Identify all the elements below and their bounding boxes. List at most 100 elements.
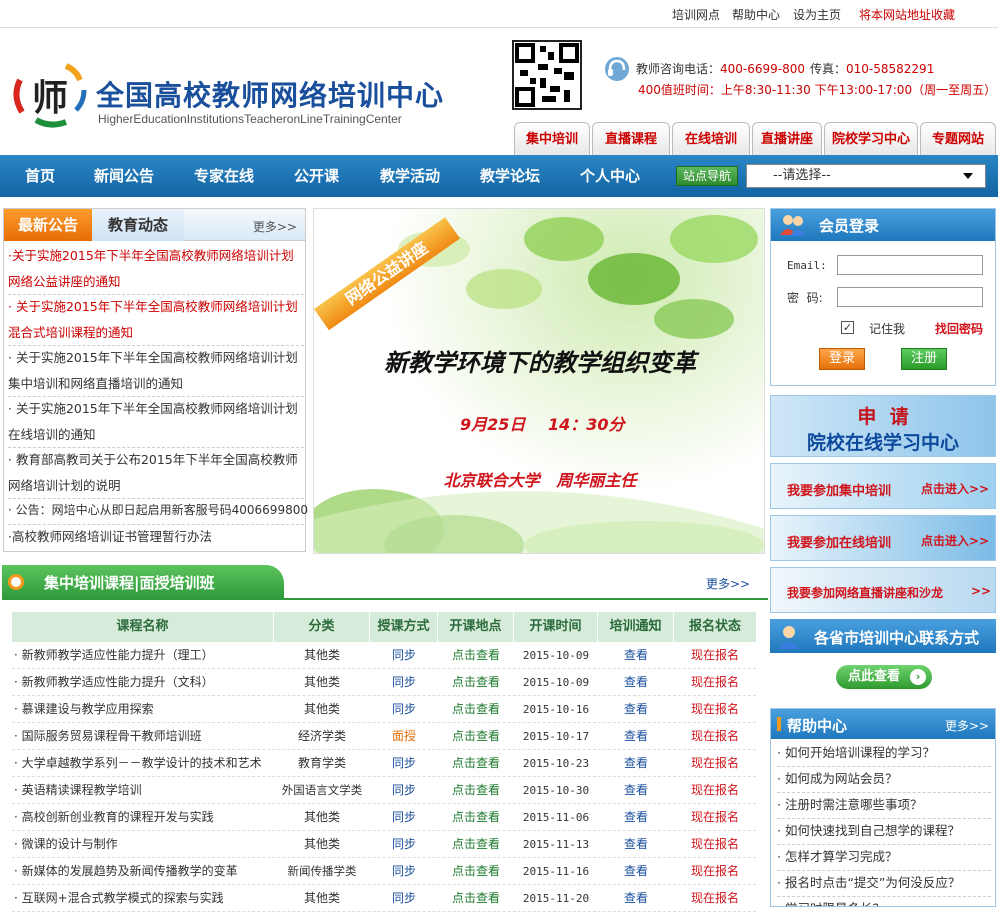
- course-register-link[interactable]: 现在报名: [674, 669, 756, 696]
- course-mode-link[interactable]: 同步: [370, 804, 438, 831]
- news-item[interactable]: ·关于实施2015年下半年全国高校教师网络培训计划网络公益讲座的通知: [8, 243, 304, 295]
- course-register-link[interactable]: 现在报名: [674, 696, 756, 723]
- tab-live-lectures[interactable]: 直播讲座: [752, 122, 822, 155]
- course-place-link[interactable]: 点击查看: [438, 804, 514, 831]
- course-notice-link[interactable]: 查看: [598, 777, 674, 804]
- click-enter-link[interactable]: 点击进入>>: [921, 480, 989, 497]
- course-name: · 高校创新创业教育的课程开发与实践: [14, 810, 214, 824]
- course-register-link[interactable]: 现在报名: [674, 831, 756, 858]
- course-notice-link[interactable]: 查看: [598, 858, 674, 885]
- join-online-label: 我要参加在线培训: [787, 536, 892, 551]
- news-more-link[interactable]: 更多>>: [253, 218, 297, 235]
- help-item[interactable]: · 如何快速找到自己想学的课程？: [777, 818, 991, 845]
- course-register-link[interactable]: 现在报名: [674, 750, 756, 777]
- courses-more-link[interactable]: 更多>>: [706, 575, 750, 592]
- course-notice-link[interactable]: 查看: [598, 669, 674, 696]
- col-status: 报名状态: [674, 612, 756, 642]
- news-item[interactable]: · 关于实施2015年下半年全国高校教师网络培训计划在线培训的通知: [8, 396, 304, 448]
- course-notice-link[interactable]: 查看: [598, 804, 674, 831]
- course-notice-link[interactable]: 查看: [598, 750, 674, 777]
- course-mode-link[interactable]: 同步: [370, 642, 438, 669]
- tab-central-training[interactable]: 集中培训: [514, 122, 590, 155]
- lecture-banner[interactable]: 网络公益讲座 新教学环境下的教学组织变革 9月25日 14：30分 北京联合大学…: [313, 208, 765, 554]
- course-mode-link[interactable]: 同步: [370, 777, 438, 804]
- help-item[interactable]: · 怎样才算学习完成？: [777, 844, 991, 871]
- course-notice-link[interactable]: 查看: [598, 723, 674, 750]
- course-category: 其他类: [303, 675, 340, 689]
- course-place-link[interactable]: 点击查看: [438, 642, 514, 669]
- course-mode-link[interactable]: 同步: [370, 669, 438, 696]
- site-logo[interactable]: 师 全国高校教师网络培训中心 HigherEducationInstitutio…: [10, 60, 443, 132]
- course-notice-link[interactable]: 查看: [598, 885, 674, 912]
- course-register-link[interactable]: 现在报名: [674, 885, 756, 912]
- apply-learning-center-banner[interactable]: 申 请 院校在线学习中心: [770, 395, 996, 457]
- course-place-link[interactable]: 点击查看: [438, 723, 514, 750]
- password-field[interactable]: [837, 287, 983, 307]
- course-place-link[interactable]: 点击查看: [438, 669, 514, 696]
- help-more-link[interactable]: 更多>>: [945, 717, 989, 734]
- course-mode-link[interactable]: 同步: [370, 831, 438, 858]
- course-name: · 新教师教学适应性能力提升（文科）: [14, 675, 214, 689]
- help-item[interactable]: · 学习时限是多长？: [777, 896, 991, 906]
- nav-open-courses[interactable]: 公开课: [294, 155, 339, 197]
- email-field[interactable]: [837, 255, 983, 275]
- link-training-points[interactable]: 培训网点: [672, 6, 720, 23]
- site-select-dropdown[interactable]: --请选择--: [746, 164, 986, 188]
- course-mode-link[interactable]: 同步: [370, 750, 438, 777]
- link-help-center[interactable]: 帮助中心: [732, 6, 780, 23]
- news-item[interactable]: · 教育部高教司关于公布2015年下半年全国高校教师网络培训计划的说明: [8, 447, 304, 499]
- course-place-link[interactable]: 点击查看: [438, 750, 514, 777]
- course-category: 其他类: [303, 648, 340, 662]
- register-button[interactable]: 注册: [901, 348, 947, 370]
- course-mode-link[interactable]: 面授: [370, 723, 438, 750]
- news-item[interactable]: · 公告：网培中心从即日起启用新客服号码4006699800: [8, 498, 308, 525]
- nav-experts[interactable]: 专家在线: [194, 155, 254, 197]
- site-nav-button[interactable]: 站点导航: [676, 166, 738, 186]
- remember-checkbox[interactable]: ✓: [841, 321, 854, 334]
- course-register-link[interactable]: 现在报名: [674, 804, 756, 831]
- join-live-lecture-banner[interactable]: 我要参加网络直播讲座和沙龙 >>: [770, 567, 996, 613]
- tab-college-center[interactable]: 院校学习中心: [824, 122, 918, 155]
- click-enter-link[interactable]: 点击进入>>: [921, 532, 989, 549]
- course-register-link[interactable]: 现在报名: [674, 642, 756, 669]
- join-central-training-banner[interactable]: 我要参加集中培训 点击进入>>: [770, 463, 996, 509]
- course-place-link[interactable]: 点击查看: [438, 858, 514, 885]
- news-item[interactable]: ·高校教师网络培训证书管理暂行办法: [8, 524, 304, 550]
- login-button[interactable]: 登录: [819, 348, 865, 370]
- forgot-password-link[interactable]: 找回密码: [935, 320, 983, 337]
- nav-forum[interactable]: 教学论坛: [480, 155, 540, 197]
- link-bookmark[interactable]: 将本网站地址收藏: [859, 6, 955, 23]
- link-set-homepage[interactable]: 设为主页: [793, 6, 841, 23]
- course-category: 其他类: [303, 810, 340, 824]
- help-item[interactable]: · 如何成为网站会员？: [777, 766, 991, 793]
- nav-news[interactable]: 新闻公告: [94, 155, 154, 197]
- news-item[interactable]: · 关于实施2015年下半年全国高校教师网络培训计划混合式培训课程的通知: [8, 294, 304, 346]
- course-place-link[interactable]: 点击查看: [438, 696, 514, 723]
- course-place-link[interactable]: 点击查看: [438, 885, 514, 912]
- tab-special-sites[interactable]: 专题网站: [920, 122, 996, 155]
- course-notice-link[interactable]: 查看: [598, 696, 674, 723]
- help-item[interactable]: · 如何开始培训课程的学习？: [777, 740, 991, 767]
- help-item[interactable]: · 注册时需注意哪些事项？: [777, 792, 991, 819]
- nav-personal-center[interactable]: 个人中心: [580, 155, 640, 197]
- tab-live-courses[interactable]: 直播课程: [592, 122, 670, 155]
- course-notice-link[interactable]: 查看: [598, 831, 674, 858]
- news-item[interactable]: · 关于实施2015年下半年全国高校教师网络培训计划集中培训和网络直播培训的通知: [8, 345, 304, 397]
- help-item[interactable]: · 报名时点击“提交”为何没反应？: [777, 870, 991, 897]
- course-register-link[interactable]: 现在报名: [674, 858, 756, 885]
- course-register-link[interactable]: 现在报名: [674, 723, 756, 750]
- course-notice-link[interactable]: 查看: [598, 642, 674, 669]
- course-register-link[interactable]: 现在报名: [674, 777, 756, 804]
- tab-education-news[interactable]: 教育动态: [92, 209, 184, 241]
- nav-teaching-activities[interactable]: 教学活动: [380, 155, 440, 197]
- join-online-training-banner[interactable]: 我要参加在线培训 点击进入>>: [770, 515, 996, 561]
- view-contacts-button[interactable]: 点此查看 ›: [836, 665, 932, 689]
- course-mode-link[interactable]: 同步: [370, 858, 438, 885]
- tab-online-training[interactable]: 在线培训: [672, 122, 750, 155]
- course-place-link[interactable]: 点击查看: [438, 831, 514, 858]
- tab-latest-notices[interactable]: 最新公告: [4, 209, 92, 241]
- nav-home[interactable]: 首页: [25, 155, 55, 197]
- course-mode-link[interactable]: 同步: [370, 885, 438, 912]
- course-mode-link[interactable]: 同步: [370, 696, 438, 723]
- course-place-link[interactable]: 点击查看: [438, 777, 514, 804]
